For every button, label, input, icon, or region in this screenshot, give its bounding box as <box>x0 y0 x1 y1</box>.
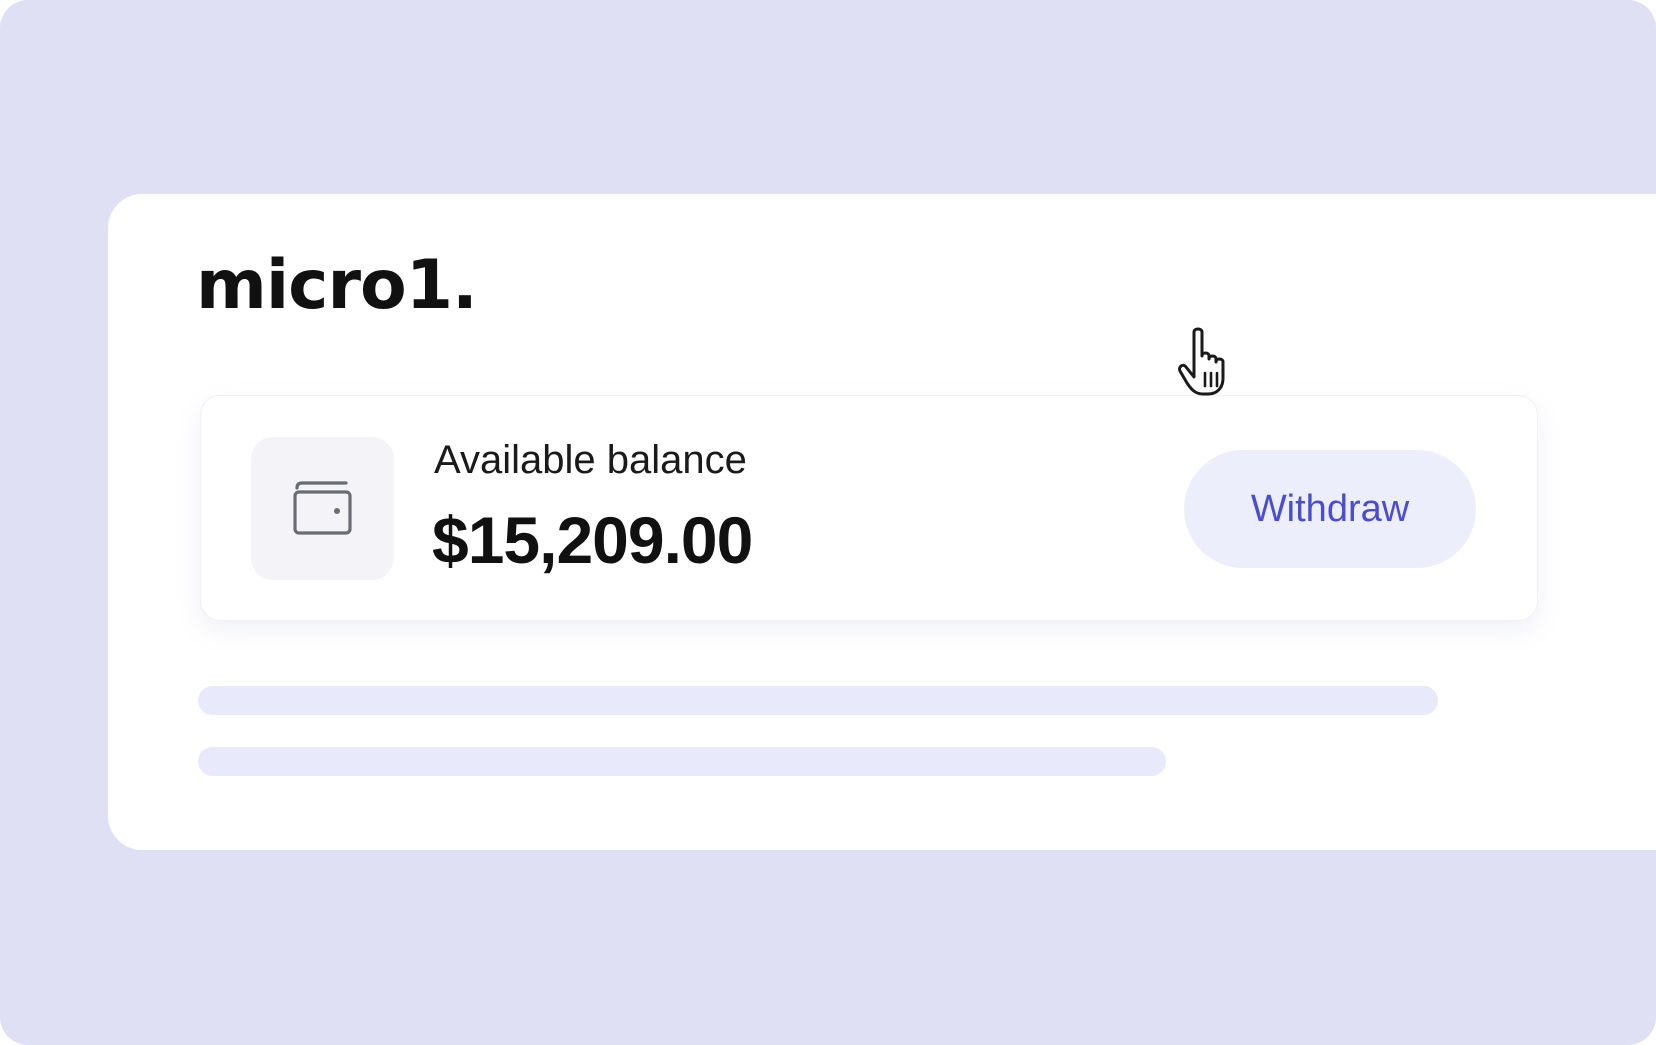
main-panel: micro1. Available balance $15,209.00 Wit… <box>108 194 1656 850</box>
balance-amount: $15,209.00 <box>432 503 753 577</box>
balance-label: Available balance <box>434 438 747 482</box>
wallet-icon <box>293 481 352 535</box>
brand-logo: micro1. <box>196 246 478 325</box>
balance-card: Available balance $15,209.00 Withdraw <box>200 395 1538 621</box>
app-frame: micro1. Available balance $15,209.00 Wit… <box>0 0 1656 1045</box>
withdraw-button[interactable]: Withdraw <box>1184 450 1476 568</box>
placeholder-bar <box>198 747 1166 776</box>
wallet-tile <box>251 437 394 580</box>
hand-pointer-icon <box>1178 327 1225 396</box>
placeholder-bar <box>198 686 1438 715</box>
